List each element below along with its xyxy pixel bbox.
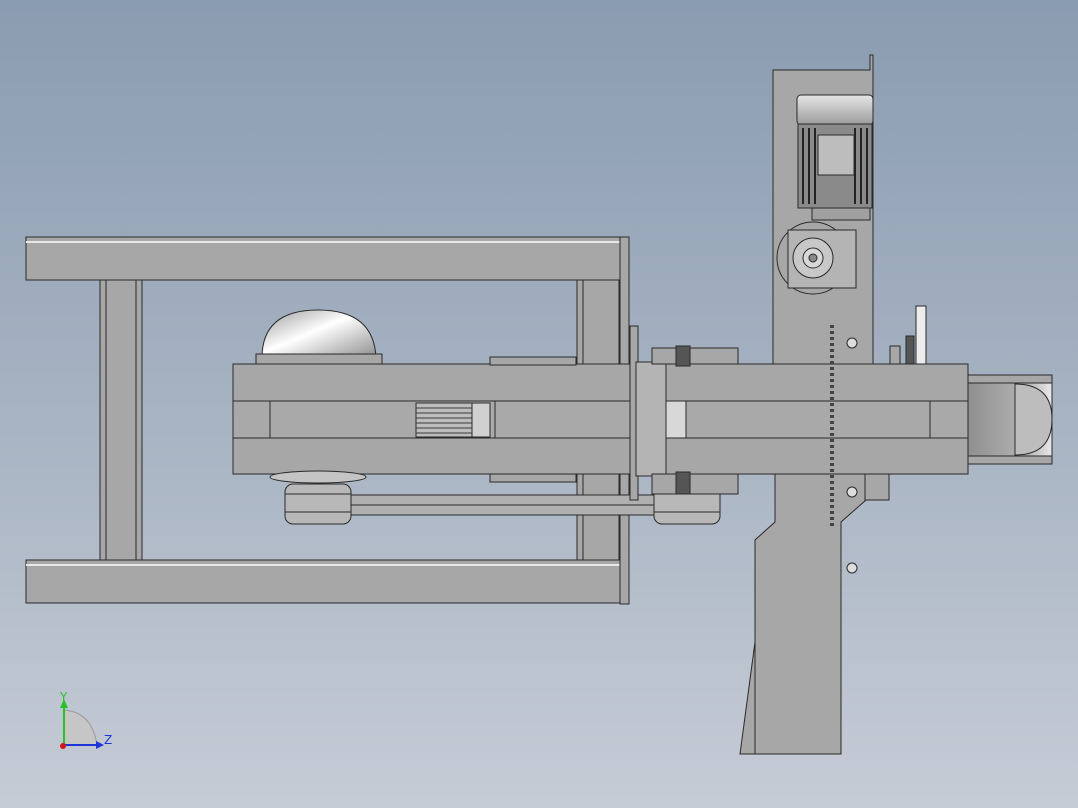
frame-bottom-beam [25, 559, 623, 604]
dome-cover [255, 309, 383, 365]
y-axis-label: Y [59, 690, 68, 704]
machine-assembly [25, 54, 1053, 755]
finned-coupling [415, 402, 491, 438]
motor [796, 94, 874, 221]
gearbox [776, 221, 857, 295]
z-axis-label: Z [104, 733, 112, 747]
frame-top-beam [25, 236, 623, 281]
x-axis-dot [60, 743, 66, 749]
main-beam [232, 356, 969, 483]
end-roller [967, 374, 1053, 465]
cad-viewport[interactable]: Y Z [0, 0, 1078, 808]
orientation-triad: Y Z [59, 690, 112, 749]
